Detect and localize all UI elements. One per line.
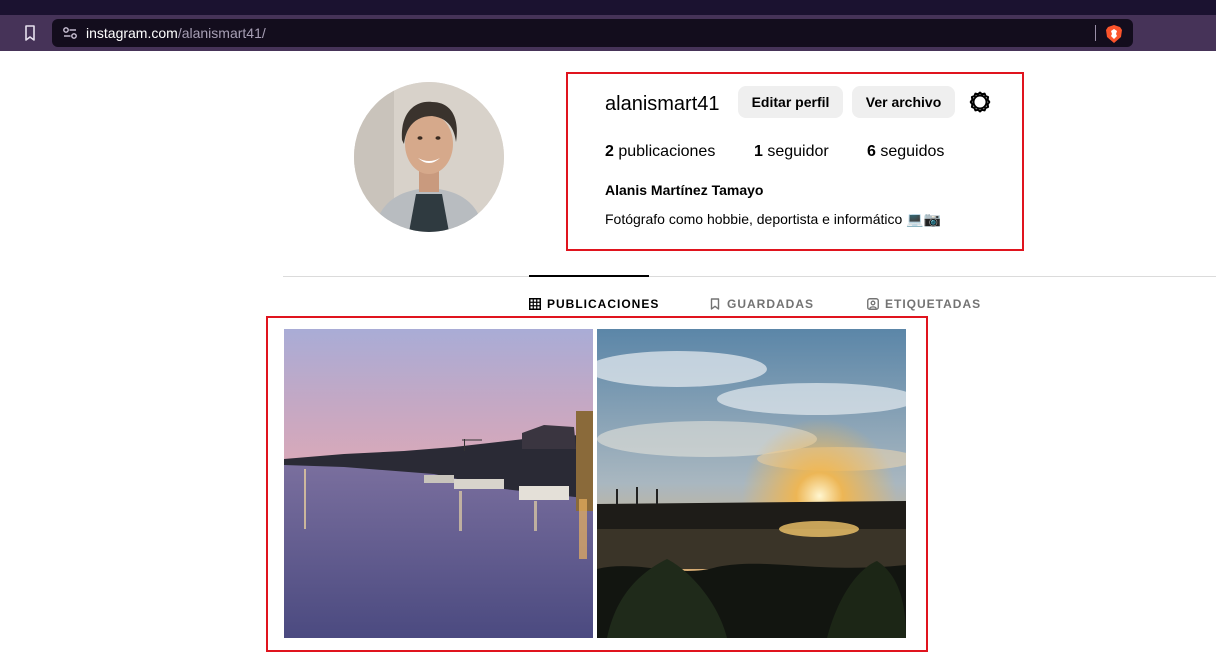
tab-saved-label: GUARDADAS <box>727 297 814 311</box>
posts-count: 2 publicaciones <box>605 143 715 161</box>
followers-count-label: seguidor <box>767 143 829 160</box>
avatar[interactable] <box>354 82 504 232</box>
post-thumbnail-sunset-river[interactable] <box>597 329 906 638</box>
profile-bio: Fotógrafo como hobbie, deportista e info… <box>605 211 942 227</box>
profile-full-name: Alanis Martínez Tamayo <box>605 182 764 198</box>
posts-count-value: 2 <box>605 143 614 160</box>
followers-count-value: 1 <box>754 143 763 160</box>
grid-icon <box>529 298 541 310</box>
edit-profile-button[interactable]: Editar perfil <box>738 86 843 118</box>
bookmark-icon <box>710 298 720 310</box>
post-thumbnail-river-dusk[interactable] <box>284 329 593 638</box>
followers-link[interactable]: 1 seguidor <box>754 143 829 161</box>
tab-posts[interactable]: PUBLICACIONES <box>529 296 659 312</box>
browser-tabstrip <box>0 0 1216 15</box>
tab-posts-label: PUBLICACIONES <box>547 297 660 311</box>
bookmark-icon[interactable] <box>20 23 40 43</box>
brave-shield-icon[interactable] <box>1105 24 1123 44</box>
tab-tagged-label: ETIQUETADAS <box>885 297 982 311</box>
profile-username: alanismart41 <box>605 93 720 115</box>
site-settings-icon[interactable] <box>62 26 78 40</box>
tagged-icon <box>867 298 879 310</box>
url-path: /alanismart41/ <box>177 25 266 41</box>
posts-count-label: publicaciones <box>618 143 716 160</box>
omnibox-separator <box>1095 25 1096 41</box>
following-count-label: seguidos <box>880 143 945 160</box>
url-text[interactable]: instagram.com/alanismart41/ <box>86 25 266 41</box>
view-archive-button[interactable]: Ver archivo <box>852 86 955 118</box>
following-count-value: 6 <box>867 143 876 160</box>
tab-tagged[interactable]: ETIQUETADAS <box>867 296 981 312</box>
address-bar[interactable]: instagram.com/alanismart41/ <box>52 19 1133 47</box>
browser-toolbar: instagram.com/alanismart41/ <box>0 15 1216 51</box>
tabs-divider <box>283 276 1216 277</box>
active-tab-indicator <box>529 275 649 277</box>
url-host: instagram.com <box>86 25 178 41</box>
following-link[interactable]: 6 seguidos <box>867 143 944 161</box>
gear-icon[interactable] <box>968 90 992 114</box>
tab-saved[interactable]: GUARDADAS <box>709 296 814 312</box>
